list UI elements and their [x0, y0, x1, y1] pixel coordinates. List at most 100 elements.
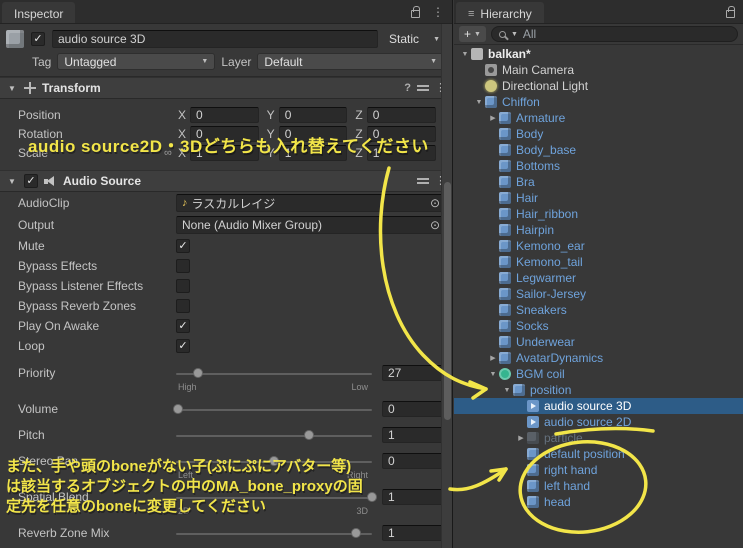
transform-position-x-field[interactable]: 0	[190, 106, 259, 123]
checkbox-loop[interactable]: ✓	[176, 339, 190, 353]
hierarchy-item-position[interactable]: ▼ position	[454, 382, 743, 398]
hierarchy-search[interactable]: ▼ All	[490, 26, 738, 42]
slider-thumb[interactable]	[367, 492, 377, 502]
foldout-open-icon[interactable]: ▼	[6, 84, 18, 93]
slider-value-priority[interactable]: 27	[382, 365, 444, 381]
output-field[interactable]: None (Audio Mixer Group) ⊙	[176, 216, 444, 234]
audioclip-field[interactable]: ♪ ラスカルレイジ ⊙	[176, 194, 444, 212]
foldout-closed-icon[interactable]: ▶	[515, 434, 527, 442]
hierarchy-item-avatardynamics[interactable]: ▶ AvatarDynamics	[454, 350, 743, 366]
transform-scale-y-field[interactable]: 1	[278, 144, 348, 161]
foldout-closed-icon[interactable]: ▶	[487, 354, 499, 362]
foldout-open-icon[interactable]: ▼	[459, 51, 471, 58]
hierarchy-item-balkan[interactable]: ▼ balkan*	[454, 46, 743, 62]
transform-scale-x-field[interactable]: 1	[190, 144, 259, 161]
lock-icon[interactable]	[726, 6, 735, 18]
audioclip-row: AudioClip ♪ ラスカルレイジ ⊙	[0, 192, 452, 214]
transform-rotation-y-field[interactable]: 0	[278, 125, 348, 142]
transform-position-y-field[interactable]: 0	[278, 106, 348, 123]
hierarchy-item-particle[interactable]: ▶ particle	[454, 430, 743, 446]
hierarchy-item-kemono-tail[interactable]: Kemono_tail	[454, 254, 743, 270]
slider-value-spatial-blend[interactable]: 1	[382, 489, 444, 505]
slider-thumb[interactable]	[269, 456, 279, 466]
tab-hierarchy[interactable]: ≡ Hierarchy	[456, 2, 544, 23]
hierarchy-item-bgm-coil[interactable]: ▼ BGM coil	[454, 366, 743, 382]
hierarchy-item-underwear[interactable]: Underwear	[454, 334, 743, 350]
hierarchy-item-chiffon[interactable]: ▼ Chiffon	[454, 94, 743, 110]
tag-dropdown[interactable]: Untagged ▼	[57, 53, 216, 70]
checkbox-bypass-listener-effects[interactable]	[176, 279, 190, 293]
transform-scale-z-field[interactable]: 1	[366, 144, 437, 161]
hierarchy-item-hairpin[interactable]: Hairpin	[454, 222, 743, 238]
object-picker-icon[interactable]: ⊙	[430, 218, 440, 232]
lock-icon[interactable]	[411, 6, 420, 18]
foldout-open-icon[interactable]: ▼	[473, 99, 485, 106]
hierarchy-item-socks[interactable]: Socks	[454, 318, 743, 334]
hierarchy-item-bottoms[interactable]: Bottoms	[454, 158, 743, 174]
add-object-button[interactable]: + ▼	[459, 26, 486, 42]
slider-thumb[interactable]	[351, 528, 362, 538]
hierarchy-item-bra[interactable]: Bra	[454, 174, 743, 190]
slider-pitch[interactable]	[176, 427, 372, 443]
hierarchy-item-body-base[interactable]: Body_base	[454, 142, 743, 158]
presets-icon[interactable]	[417, 83, 429, 93]
scrollbar-thumb[interactable]	[444, 182, 451, 420]
hierarchy-item-audio-source-3d[interactable]: audio source 3D	[454, 398, 743, 414]
slider-priority[interactable]	[176, 365, 372, 381]
foldout-open-icon[interactable]: ▼	[6, 177, 18, 186]
layer-dropdown[interactable]: Default ▼	[257, 53, 444, 70]
hierarchy-item-right-hand[interactable]: right hand	[454, 462, 743, 478]
hierarchy-item-audio-source-2d[interactable]: audio source 2D	[454, 414, 743, 430]
checkbox-mute[interactable]: ✓	[176, 239, 190, 253]
hierarchy-item-left-hand[interactable]: left hand	[454, 478, 743, 494]
slider-stereo-pan[interactable]	[176, 453, 372, 469]
hierarchy-item-kemono-ear[interactable]: Kemono_ear	[454, 238, 743, 254]
static-dropdown[interactable]: Static ▼	[385, 32, 444, 46]
presets-icon[interactable]	[417, 176, 429, 186]
hierarchy-item-sneakers[interactable]: Sneakers	[454, 302, 743, 318]
help-icon[interactable]: ?	[404, 82, 411, 94]
tab-inspector[interactable]: Inspector	[2, 2, 76, 23]
slider-thumb[interactable]	[172, 404, 183, 414]
foldout-open-icon[interactable]: ▼	[487, 371, 499, 378]
transform-rotation-z-field[interactable]: 0	[366, 125, 437, 142]
hierarchy-item-armature[interactable]: ▶ Armature	[454, 110, 743, 126]
hierarchy-item-hair[interactable]: Hair	[454, 190, 743, 206]
slider-value-stereo-pan[interactable]: 0	[382, 453, 444, 469]
name-field[interactable]: audio source 3D	[52, 30, 379, 48]
slider-value-pitch[interactable]: 1	[382, 427, 444, 443]
hierarchy-item-main-camera[interactable]: Main Camera	[454, 62, 743, 78]
cube-blue-icon	[499, 176, 511, 188]
slider-spatial-blend[interactable]	[176, 489, 377, 505]
link-icon[interactable]: ∞	[164, 147, 178, 159]
transform-header[interactable]: ▼ Transform ? ⋮	[0, 77, 452, 99]
hierarchy-item-head[interactable]: head	[454, 494, 743, 510]
hierarchy-item-hair-ribbon[interactable]: Hair_ribbon	[454, 206, 743, 222]
slider-thumb[interactable]	[192, 368, 203, 378]
inspector-scrollbar[interactable]	[441, 24, 452, 548]
audio-source-header[interactable]: ▼ ✓ Audio Source ⋮	[0, 170, 452, 192]
hierarchy-item-default-position[interactable]: default position	[454, 446, 743, 462]
hierarchy-item-body[interactable]: Body	[454, 126, 743, 142]
active-checkbox[interactable]: ✓	[31, 32, 45, 46]
transform-rotation-x-field[interactable]: 0	[190, 125, 259, 142]
slider-volume[interactable]	[172, 401, 372, 417]
checkbox-bypass-effects[interactable]	[176, 259, 190, 273]
slider-reverb-zone-mix[interactable]	[176, 525, 372, 541]
hierarchy-item-legwarmer[interactable]: Legwarmer	[454, 270, 743, 286]
foldout-closed-icon[interactable]: ▶	[487, 114, 499, 122]
hierarchy-item-directional-light[interactable]: Directional Light	[454, 78, 743, 94]
component-enabled-checkbox[interactable]: ✓	[24, 174, 38, 188]
hierarchy-item-sailor-jersey[interactable]: Sailor-Jersey	[454, 286, 743, 302]
row-label: Spatial Blend	[18, 490, 89, 504]
kebab-menu-icon[interactable]: ⋮	[432, 6, 444, 18]
slider-value-volume[interactable]: 0	[382, 401, 444, 417]
slider-value-reverb-zone-mix[interactable]: 1	[382, 525, 444, 541]
checkbox-play-on-awake[interactable]: ✓	[176, 319, 190, 333]
transform-position-z-field[interactable]: 0	[366, 106, 437, 123]
foldout-open-icon[interactable]: ▼	[501, 387, 513, 394]
toggle-row-bypass-effects: Bypass Effects	[0, 256, 452, 276]
slider-thumb[interactable]	[304, 430, 315, 440]
object-picker-icon[interactable]: ⊙	[430, 196, 440, 210]
checkbox-bypass-reverb-zones[interactable]	[176, 299, 190, 313]
